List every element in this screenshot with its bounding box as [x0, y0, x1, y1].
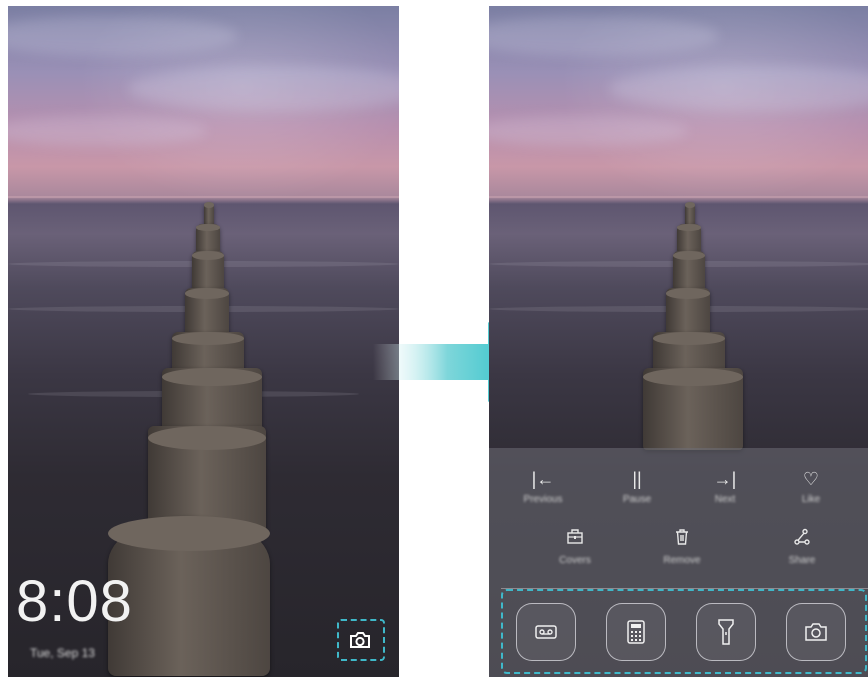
share-button[interactable]: Share — [772, 528, 832, 566]
date: Tue, Sep 13 — [30, 646, 95, 660]
groyne-post — [666, 288, 710, 336]
flashlight-icon — [718, 619, 734, 645]
share-icon — [794, 528, 810, 545]
recorder-shortcut[interactable] — [516, 603, 576, 661]
cloud — [489, 16, 719, 56]
pause-icon: || — [632, 469, 642, 489]
groyne-post — [677, 224, 701, 254]
trash-icon — [676, 529, 688, 545]
calculator-icon — [627, 620, 645, 644]
next-icon: →| — [713, 469, 737, 489]
groyne-post — [192, 251, 224, 291]
calculator-shortcut[interactable] — [606, 603, 666, 661]
groyne-post — [196, 224, 220, 254]
camera-icon[interactable] — [349, 632, 371, 648]
previous-icon: |← — [531, 469, 555, 489]
camera-icon — [805, 623, 827, 641]
cloud — [8, 116, 208, 146]
horizon — [8, 196, 399, 198]
cloud — [489, 116, 689, 146]
lock-screen-with-panel: |← Previous || Pause →| Next ♡ Like Cove… — [489, 6, 868, 677]
groyne-post — [185, 288, 229, 336]
flashlight-shortcut[interactable] — [696, 603, 756, 661]
camera-shortcut[interactable] — [786, 603, 846, 661]
cloud — [609, 66, 868, 111]
groyne-post — [643, 368, 743, 450]
clock: 8:08 — [16, 569, 133, 634]
like-button[interactable]: ♡ Like — [781, 468, 841, 505]
covers-button[interactable]: Covers — [545, 528, 605, 566]
covers-icon — [567, 529, 583, 544]
cloud — [128, 66, 399, 111]
remove-button[interactable]: Remove — [652, 528, 712, 566]
groyne-post — [673, 251, 705, 291]
previous-button[interactable]: |← Previous — [513, 468, 573, 505]
next-button[interactable]: →| Next — [695, 468, 755, 505]
pause-button[interactable]: || Pause — [607, 468, 667, 505]
lock-screen: 8:08 Tue, Sep 13 — [8, 6, 399, 677]
recorder-icon — [535, 625, 557, 639]
heart-icon: ♡ — [802, 469, 820, 489]
horizon — [489, 196, 868, 198]
cloud — [8, 16, 238, 56]
